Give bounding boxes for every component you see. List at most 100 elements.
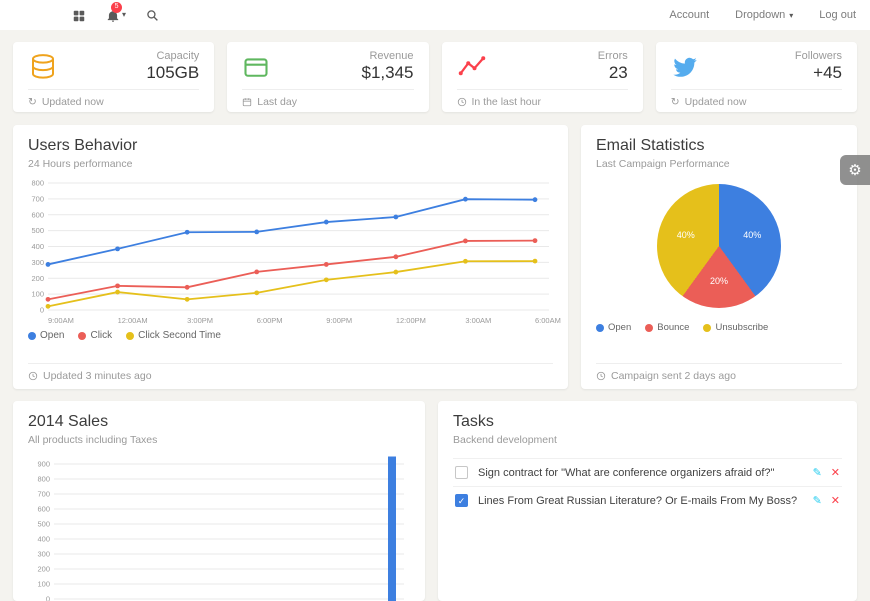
card-title: Users Behavior <box>28 137 553 155</box>
pencil-icon: ✎ <box>813 494 822 507</box>
close-icon: ✕ <box>831 466 840 479</box>
navbar-right-links: Account Dropdown ▾ Log out <box>669 9 856 21</box>
settings-gear-button[interactable]: ⚙ <box>840 155 870 185</box>
pie-slice-label: 40% <box>743 230 761 240</box>
card-subtitle: Last Campaign Performance <box>596 158 842 170</box>
charts-row: Users Behavior 24 Hours performance 0100… <box>13 125 857 389</box>
task-actions: ✎ ✕ <box>813 466 840 479</box>
stat-card-revenue: Revenue $1,345 Last day <box>227 42 428 112</box>
users-behavior-line-chart: 01002003004005006007008009:00AM12:00AM3:… <box>28 178 553 328</box>
stat-card-followers: Followers +45 ↻ Updated now <box>656 42 857 112</box>
clock-icon <box>457 96 467 108</box>
task-text: Lines From Great Russian Literature? Or … <box>478 495 797 507</box>
notifications-button[interactable]: 5 ▾ <box>106 7 126 22</box>
svg-text:900: 900 <box>37 460 50 469</box>
task-text: Sign contract for "What are conference o… <box>478 467 774 479</box>
line-chart-icon <box>457 52 503 82</box>
email-statistics-card: Email Statistics Last Campaign Performan… <box>581 125 857 389</box>
svg-text:6:00PM: 6:00PM <box>257 316 283 325</box>
gear-icon: ⚙ <box>848 161 861 179</box>
pie-slice-label: 40% <box>677 230 695 240</box>
twitter-icon <box>671 53 717 81</box>
legend-label: Unsubscribe <box>715 322 768 333</box>
search-button[interactable] <box>146 7 159 22</box>
svg-text:300: 300 <box>37 550 50 559</box>
svg-text:3:00AM: 3:00AM <box>465 316 491 325</box>
legend-dot-open <box>28 332 36 340</box>
svg-text:0: 0 <box>40 306 44 315</box>
clock-icon <box>596 370 606 382</box>
bottom-row: 2014 Sales All products including Taxes … <box>13 401 857 601</box>
stat-footer-text: Updated now <box>685 96 747 108</box>
search-icon <box>146 7 159 22</box>
nav-dropdown-label: Dropdown <box>735 9 785 21</box>
stat-label: Errors <box>503 50 628 62</box>
card-footer: Campaign sent 2 days ago <box>596 364 842 389</box>
edit-task-button[interactable]: ✎ <box>813 494 822 507</box>
card-subtitle: 24 Hours performance <box>28 158 553 170</box>
delete-task-button[interactable]: ✕ <box>831 494 840 507</box>
card-footer-text: Campaign sent 2 days ago <box>611 370 736 382</box>
nav-logout-label: Log out <box>819 9 856 21</box>
edit-task-button[interactable]: ✎ <box>813 466 822 479</box>
svg-text:100: 100 <box>37 580 50 589</box>
svg-text:700: 700 <box>31 194 44 203</box>
top-navbar: 5 ▾ Account Dropdown ▾ Log out <box>0 0 870 30</box>
svg-text:0: 0 <box>46 595 50 601</box>
nav-account-link[interactable]: Account <box>669 9 709 21</box>
card-footer-text: Updated 3 minutes ago <box>43 370 152 382</box>
stat-footer: ↻ Updated now <box>671 90 842 115</box>
svg-text:200: 200 <box>37 565 50 574</box>
close-icon: ✕ <box>831 494 840 507</box>
legend-label: Bounce <box>657 322 689 333</box>
card-title: Tasks <box>453 413 842 431</box>
stat-footer-text: In the last hour <box>472 96 541 108</box>
nav-dropdown-link[interactable]: Dropdown ▾ <box>735 9 793 21</box>
stat-value: $1,345 <box>288 63 413 83</box>
stat-card-errors: Errors 23 In the last hour <box>442 42 643 112</box>
users-behavior-card: Users Behavior 24 Hours performance 0100… <box>13 125 568 389</box>
legend-dot-unsubscribe <box>703 324 711 332</box>
legend-label: Click Second Time <box>138 330 221 341</box>
stat-label: Followers <box>717 50 842 62</box>
task-row: Sign contract for "What are conference o… <box>453 458 842 486</box>
dashboard-grid-button[interactable] <box>72 7 86 22</box>
chart-legend: Open Click Click Second Time <box>28 330 553 341</box>
svg-text:200: 200 <box>31 274 44 283</box>
svg-text:3:00PM: 3:00PM <box>187 316 213 325</box>
caret-down-icon: ▾ <box>122 10 126 19</box>
stat-value: 105GB <box>74 63 199 83</box>
task-checkbox-checked[interactable]: ✓ <box>455 494 468 507</box>
tasks-card: Tasks Backend development Sign contract … <box>438 401 857 601</box>
nav-logout-link[interactable]: Log out <box>819 9 856 21</box>
notification-badge: 5 <box>111 2 122 13</box>
task-actions: ✎ ✕ <box>813 494 840 507</box>
svg-text:800: 800 <box>31 179 44 188</box>
stats-row: Capacity 105GB ↻ Updated now Revenue $1,… <box>13 42 857 112</box>
svg-text:600: 600 <box>37 505 50 514</box>
svg-text:9:00AM: 9:00AM <box>48 316 74 325</box>
legend-dot-open <box>596 324 604 332</box>
card-subtitle: Backend development <box>453 434 842 446</box>
legend-label: Open <box>40 330 64 341</box>
navbar-left-icons: 5 ▾ <box>72 7 159 22</box>
legend-label: Click <box>90 330 112 341</box>
money-icon <box>242 53 288 81</box>
svg-text:12:00AM: 12:00AM <box>118 316 148 325</box>
delete-task-button[interactable]: ✕ <box>831 466 840 479</box>
stat-value: 23 <box>503 63 628 83</box>
nav-account-label: Account <box>669 9 709 21</box>
clock-icon <box>28 370 38 382</box>
task-checkbox[interactable] <box>455 466 468 479</box>
card-footer: Updated 3 minutes ago <box>28 364 553 389</box>
grid-icon <box>72 7 86 22</box>
svg-text:500: 500 <box>31 226 44 235</box>
stat-label: Revenue <box>288 50 413 62</box>
stat-label: Capacity <box>74 50 199 62</box>
card-title: Email Statistics <box>596 137 842 155</box>
caret-down-icon: ▾ <box>789 11 793 20</box>
svg-text:9:00PM: 9:00PM <box>326 316 352 325</box>
stat-footer: In the last hour <box>457 90 628 115</box>
stat-footer-text: Last day <box>257 96 297 108</box>
legend-dot-click-second <box>126 332 134 340</box>
